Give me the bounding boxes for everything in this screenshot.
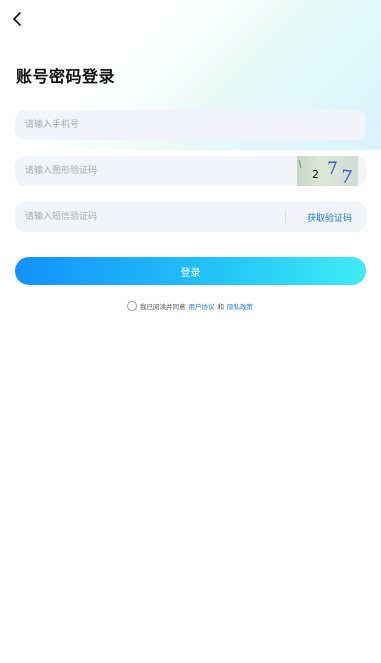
- captcha-field[interactable]: 2 7 7: [15, 156, 366, 186]
- back-button[interactable]: [6, 8, 28, 30]
- agreement-checkbox[interactable]: [127, 301, 137, 311]
- captcha-char-1: 2: [312, 168, 319, 181]
- get-sms-code-button[interactable]: 获取验证码: [307, 202, 352, 232]
- phone-input[interactable]: [15, 110, 366, 140]
- sms-code-field[interactable]: 获取验证码: [15, 202, 366, 232]
- user-agreement-link[interactable]: 用户协议: [189, 301, 215, 311]
- agreement-prefix: 我已阅读并同意: [140, 303, 186, 311]
- chevron-left-icon: [13, 12, 21, 26]
- divider: [285, 210, 286, 224]
- page-title: 账号密码登录: [16, 67, 116, 86]
- captcha-char-3: 7: [340, 166, 354, 186]
- captcha-image[interactable]: 2 7 7: [297, 156, 358, 186]
- agreement-and: 和: [217, 303, 225, 311]
- phone-field[interactable]: [15, 110, 366, 140]
- agreement-row: 我已阅读并同意 用户协议和隐私政策: [127, 301, 253, 311]
- captcha-graphic: 2 7 7: [298, 159, 354, 186]
- privacy-policy-link[interactable]: 隐私政策: [227, 301, 253, 311]
- captcha-char-2: 7: [327, 159, 338, 179]
- login-button[interactable]: 登录: [15, 257, 366, 285]
